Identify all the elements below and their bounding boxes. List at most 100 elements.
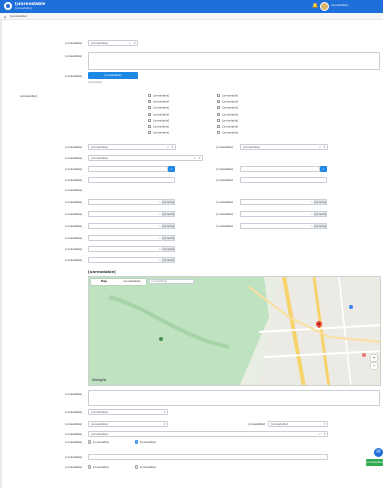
- r5-clear-icon[interactable]: ×: [158, 246, 162, 252]
- r1-clear-icon-a[interactable]: ×: [158, 199, 162, 205]
- r1-input-b[interactable]: [240, 199, 315, 205]
- home-icon[interactable]: ⌂: [4, 15, 8, 19]
- facility-col2-checkbox-label: [unreadable]: [222, 113, 239, 117]
- chat-icon[interactable]: ✉: [374, 448, 383, 457]
- type2-select[interactable]: [unreadable]: [240, 144, 328, 150]
- radio2-option-a[interactable]: [unreadable]: [88, 465, 133, 470]
- radio-icon[interactable]: [88, 465, 92, 469]
- facility-col2-checkbox-0[interactable]: [unreadable]: [217, 94, 277, 98]
- upload-button[interactable]: [unreadable]: [88, 72, 138, 79]
- subdistrict-select[interactable]: [unreadable]: [268, 421, 328, 427]
- facility-col2-checkbox-5[interactable]: [unreadable]: [217, 125, 277, 129]
- facility-col2-checkbox-2[interactable]: [unreadable]: [217, 106, 277, 110]
- radio-checked-icon[interactable]: [135, 440, 139, 444]
- radio1-option-a[interactable]: [unreadable]: [88, 440, 133, 445]
- checkbox-icon[interactable]: [148, 100, 151, 104]
- desc-textarea[interactable]: [88, 390, 380, 406]
- facility-col2-checkbox-3[interactable]: [unreadable]: [217, 112, 277, 117]
- zoom-in-button[interactable]: +: [371, 355, 377, 361]
- r2-input-a[interactable]: [88, 211, 163, 217]
- r2-input-b[interactable]: [240, 211, 315, 217]
- r6-clear-icon[interactable]: ×: [158, 257, 162, 263]
- checkbox-icon[interactable]: [217, 106, 220, 110]
- checkbox-icon[interactable]: [148, 106, 151, 110]
- facility-col1-checkbox-5[interactable]: [unreadable]: [148, 125, 208, 129]
- r4-input[interactable]: [88, 235, 163, 241]
- save-button[interactable]: [unreadable]: [366, 459, 383, 466]
- address-label: [unreadable]: [65, 179, 82, 182]
- checkbox-icon[interactable]: [148, 112, 151, 116]
- facility-col1-checkbox-2[interactable]: [unreadable]: [148, 106, 208, 110]
- province-select[interactable]: [unreadable]: [88, 409, 168, 415]
- checkbox-icon[interactable]: [148, 125, 151, 128]
- map-search-input[interactable]: [unreadable]: [149, 279, 194, 284]
- r2-clear-icon-a[interactable]: ×: [158, 211, 162, 217]
- checkbox-icon[interactable]: [148, 94, 151, 97]
- contact-input[interactable]: [88, 454, 328, 460]
- zipcode-select[interactable]: [unreadable]: [88, 431, 328, 437]
- map-canvas[interactable]: [89, 277, 381, 386]
- facility-col1-checkbox-1[interactable]: [unreadable]: [148, 100, 208, 104]
- facility-col2-checkbox-6[interactable]: [unreadable]: [217, 131, 277, 135]
- checkbox-icon[interactable]: [217, 100, 220, 104]
- facility-col1-checkbox-6[interactable]: [unreadable]: [148, 131, 208, 135]
- size-select[interactable]: [unreadable]: [88, 155, 203, 161]
- lat-input[interactable]: [88, 166, 168, 172]
- lng-map-button[interactable]: ⌖: [320, 166, 327, 172]
- radio1-option-a-label: [unreadable]: [92, 441, 109, 444]
- facility-col2-checkbox-label: [unreadable]: [222, 119, 239, 123]
- r1-input-a[interactable]: [88, 199, 163, 205]
- r6-input[interactable]: [88, 257, 163, 263]
- radio-icon[interactable]: [135, 465, 139, 469]
- contact-label: [unreadable]: [65, 456, 82, 459]
- zoom-out-button[interactable]: −: [371, 363, 377, 369]
- r3-label-b: [unreadable]: [216, 225, 233, 228]
- name-textarea[interactable]: [88, 52, 380, 70]
- r2-unit-a: [unreadable]: [163, 211, 175, 217]
- facility-col1-checkbox-label: [unreadable]: [153, 119, 170, 123]
- r3-input-b[interactable]: [240, 223, 315, 229]
- avatar[interactable]: [320, 2, 329, 11]
- lat-map-button[interactable]: ⌖: [168, 166, 175, 172]
- checkbox-icon[interactable]: [217, 118, 220, 122]
- checkbox-icon[interactable]: [217, 125, 220, 128]
- district-select[interactable]: [unreadable]: [88, 421, 168, 427]
- checkbox-icon[interactable]: [217, 94, 220, 97]
- address-input[interactable]: [88, 177, 175, 183]
- address2-input[interactable]: [240, 177, 327, 183]
- app-name: [unreadable]: [15, 1, 45, 7]
- r3-clear-icon-a[interactable]: ×: [158, 223, 162, 229]
- checkbox-icon[interactable]: [148, 118, 151, 122]
- facility-col1-checkbox-3[interactable]: [unreadable]: [148, 112, 208, 117]
- r4-clear-icon[interactable]: ×: [158, 235, 162, 241]
- r1-clear-icon-b[interactable]: ×: [310, 199, 314, 205]
- r5-input[interactable]: [88, 246, 163, 252]
- user-name[interactable]: [unreadable]: [331, 4, 379, 8]
- checkbox-icon[interactable]: [217, 131, 220, 135]
- type-select[interactable]: [unreadable]: [88, 144, 176, 150]
- map-tab-satellite[interactable]: [unreadable]: [118, 279, 146, 285]
- bell-icon[interactable]: 🔔: [312, 3, 318, 9]
- radio-icon[interactable]: [88, 440, 92, 444]
- prefix-select[interactable]: [unreadable]: [88, 40, 138, 46]
- r3-label-a: [unreadable]: [65, 225, 82, 228]
- lng-input[interactable]: [240, 166, 320, 172]
- checkbox-icon[interactable]: [217, 112, 220, 116]
- radio2-option-b[interactable]: [unreadable]: [135, 465, 185, 470]
- breadcrumb[interactable]: [unreadable]: [10, 15, 120, 18]
- lat-label: [unreadable]: [65, 168, 82, 171]
- logo-icon[interactable]: [4, 2, 12, 10]
- facility-col1-checkbox-4[interactable]: [unreadable]: [148, 118, 208, 123]
- facility-col1-checkbox-0[interactable]: [unreadable]: [148, 94, 208, 98]
- google-logo: Google: [92, 378, 107, 382]
- facility-col2-checkbox-4[interactable]: [unreadable]: [217, 118, 277, 123]
- r2-clear-icon-b[interactable]: ×: [310, 211, 314, 217]
- map-tab-map[interactable]: Map: [91, 279, 117, 285]
- map-widget[interactable]: Map [unreadable] [unreadable] + − Google: [88, 276, 381, 386]
- facility-col2-checkbox-1[interactable]: [unreadable]: [217, 100, 277, 104]
- radio1-option-b[interactable]: [unreadable]: [135, 440, 225, 445]
- map-type-tabs: Map [unreadable]: [91, 279, 146, 285]
- r3-clear-icon-b[interactable]: ×: [310, 223, 314, 229]
- checkbox-icon[interactable]: [148, 131, 151, 135]
- r3-input-a[interactable]: [88, 223, 163, 229]
